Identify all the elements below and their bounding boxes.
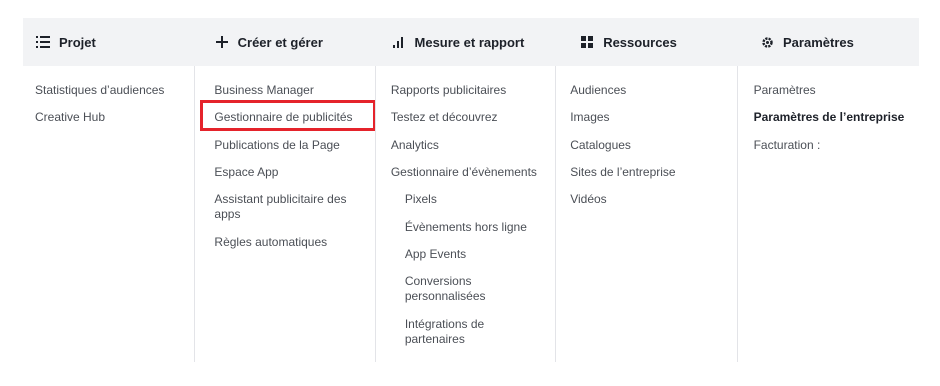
menu-item-assistant-publicitaire[interactable]: Assistant publicitaire des apps (214, 192, 364, 222)
header-parametres: Paramètres (747, 18, 919, 66)
menu-item-evenements-hors-ligne[interactable]: Évènements hors ligne (405, 220, 527, 235)
header-label: Paramètres (783, 34, 854, 50)
header-projet: Projet (23, 18, 214, 66)
plus-icon (214, 34, 230, 50)
header-label: Créer et gérer (237, 34, 323, 50)
menu-item-testez-decouvrez[interactable]: Testez et découvrez (391, 110, 498, 125)
grid-icon (579, 34, 595, 50)
business-tools-menu: Projet Créer et gérer Mesure et rapport … (0, 0, 940, 386)
column-ressources: Audiences Images Catalogues Sites de l’e… (555, 66, 736, 362)
header-label: Mesure et rapport (414, 34, 525, 50)
menu-item-parametres-entreprise[interactable]: Paramètres de l’entreprise (754, 110, 905, 125)
bar-chart-icon (391, 34, 407, 50)
menu-item-creative-hub[interactable]: Creative Hub (35, 110, 105, 125)
menu-item-business-manager[interactable]: Business Manager (214, 83, 313, 98)
menu-item-images[interactable]: Images (570, 110, 609, 125)
menu-item-espace-app[interactable]: Espace App (214, 165, 278, 180)
list-icon (35, 34, 51, 50)
column-creer: Business Manager Gestionnaire de publici… (194, 66, 377, 362)
menu-item-app-events[interactable]: App Events (405, 247, 466, 262)
menu-item-publications-page[interactable]: Publications de la Page (214, 138, 339, 153)
menu-item-integrations-partenaires[interactable]: Intégrations de partenaires (405, 317, 505, 347)
menu-item-pixels[interactable]: Pixels (405, 192, 437, 207)
menu-item-videos[interactable]: Vidéos (570, 192, 606, 207)
column-projet: Statistiques d’audiences Creative Hub (23, 66, 194, 362)
menu-item-facturation[interactable]: Facturation : (754, 138, 821, 153)
menu-item-audiences[interactable]: Audiences (570, 83, 626, 98)
menu-item-statistiques-audiences[interactable]: Statistiques d’audiences (35, 83, 164, 98)
menu-columns: Statistiques d’audiences Creative Hub Bu… (23, 66, 919, 362)
menu-item-gestionnaire-publicites[interactable]: Gestionnaire de publicités (214, 110, 352, 125)
header-creer: Créer et gérer (214, 18, 379, 66)
menu-header: Projet Créer et gérer Mesure et rapport … (23, 18, 919, 66)
menu-item-analytics[interactable]: Analytics (391, 138, 439, 153)
header-label: Ressources (603, 34, 677, 50)
header-ressources: Ressources (567, 18, 747, 66)
menu-item-gestionnaire-evenements[interactable]: Gestionnaire d’évènements (391, 165, 537, 180)
header-mesure: Mesure et rapport (379, 18, 568, 66)
menu-item-regles-automatiques[interactable]: Règles automatiques (214, 235, 327, 250)
menu-item-conversions-personnalisees[interactable]: Conversions personnalisées (405, 274, 505, 304)
header-label: Projet (59, 34, 96, 50)
menu-item-catalogues[interactable]: Catalogues (570, 138, 631, 153)
gear-icon (759, 34, 775, 50)
column-mesure: Rapports publicitaires Testez et découvr… (374, 66, 555, 362)
menu-item-rapports-publicitaires[interactable]: Rapports publicitaires (391, 83, 506, 98)
menu-item-parametres[interactable]: Paramètres (754, 83, 816, 98)
column-parametres: Paramètres Paramètres de l’entreprise Fa… (736, 66, 919, 362)
menu-item-sites-entreprise[interactable]: Sites de l’entreprise (570, 165, 675, 180)
